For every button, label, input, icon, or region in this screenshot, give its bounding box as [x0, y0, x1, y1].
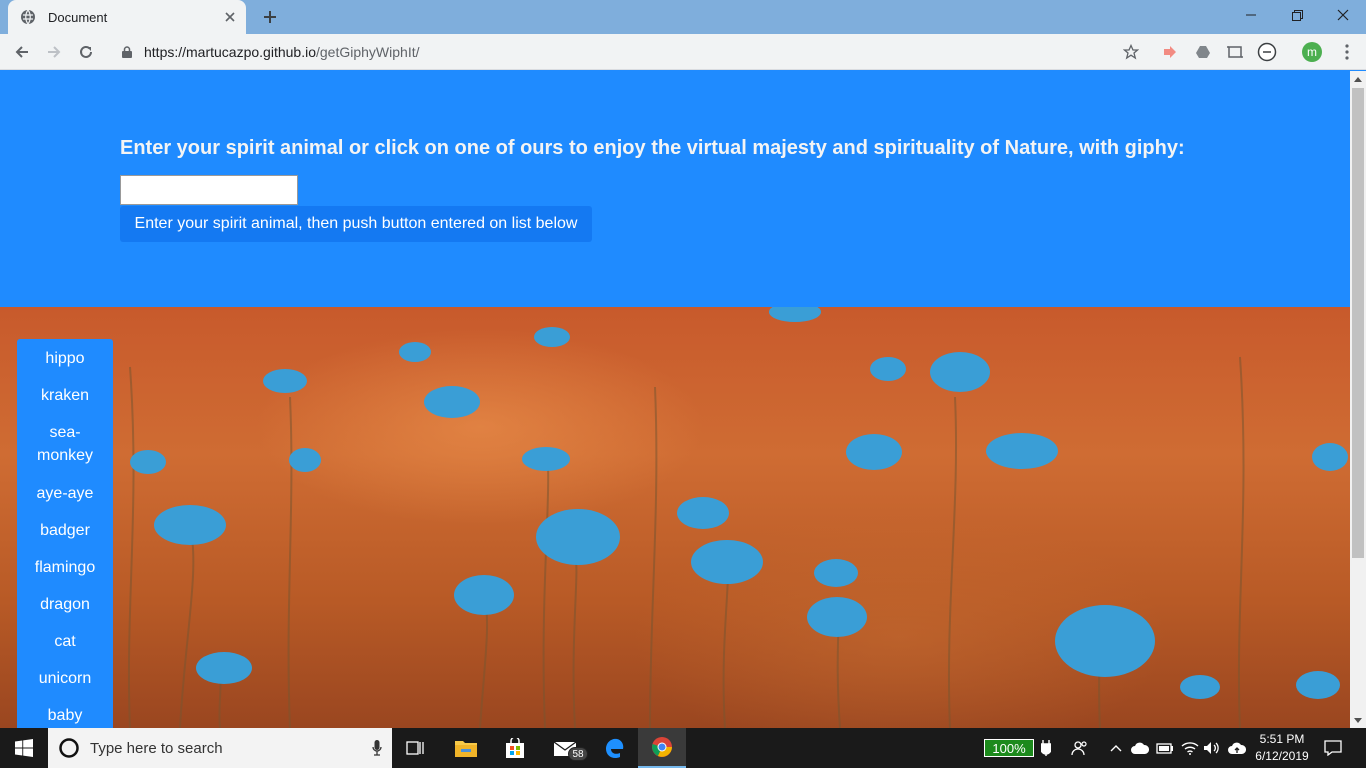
search-placeholder: Type here to search [90, 739, 223, 757]
url-path: /getGiphyWiphIt/ [316, 44, 420, 60]
battery-meter[interactable]: 100% [984, 739, 1034, 757]
page-prompt: Enter your spirit animal or click on one… [120, 137, 1185, 159]
screenshot-icon[interactable] [1223, 40, 1247, 64]
address-bar[interactable]: https://martucazpo.github.io/getGiphyWip… [108, 38, 1148, 66]
animal-button-unicorn[interactable]: unicorn [17, 667, 113, 690]
extension-arrow-icon[interactable] [1158, 40, 1182, 64]
store-icon[interactable] [491, 728, 539, 768]
taskbar-clock[interactable]: 5:51 PM 6/12/2019 [1252, 731, 1312, 765]
scroll-down-arrow-icon[interactable] [1350, 712, 1366, 728]
header-area: Enter your spirit animal or click on one… [0, 71, 1350, 307]
clock-date: 6/12/2019 [1255, 749, 1309, 763]
animal-button-flamingo[interactable]: flamingo [17, 556, 113, 579]
chevron-up-icon[interactable] [1104, 728, 1128, 768]
scroll-thumb[interactable] [1352, 88, 1364, 558]
animal-button-cat[interactable]: cat [17, 630, 113, 653]
drive-icon[interactable] [1191, 40, 1215, 64]
animal-button-sea-monkey[interactable]: sea-monkey [17, 421, 113, 467]
folder-icon[interactable] [442, 728, 490, 768]
cloud-icon[interactable] [1128, 728, 1152, 768]
animal-input[interactable] [120, 175, 298, 205]
back-icon[interactable] [8, 38, 36, 66]
people-icon[interactable] [1068, 728, 1092, 768]
edge-icon[interactable] [590, 728, 638, 768]
page-scrollbar[interactable] [1350, 71, 1366, 728]
browser-toolbar: https://martucazpo.github.io/getGiphyWip… [0, 34, 1366, 70]
plus-icon[interactable] [256, 5, 284, 29]
forward-icon[interactable] [40, 38, 68, 66]
animal-button-baby[interactable]: baby [17, 704, 113, 727]
animal-button-list: hippo kraken sea-monkey aye-aye badger f… [17, 339, 113, 728]
animal-button-aye-aye[interactable]: aye-aye [17, 482, 113, 505]
star-icon[interactable] [1119, 40, 1143, 64]
windows-icon[interactable] [0, 728, 48, 768]
reload-icon[interactable] [72, 38, 100, 66]
battery-icon[interactable] [1153, 728, 1177, 768]
lock-icon [120, 45, 134, 59]
mic-icon[interactable] [362, 740, 392, 756]
scroll-up-arrow-icon[interactable] [1350, 71, 1366, 87]
volume-icon[interactable] [1200, 728, 1224, 768]
tab-document[interactable]: Document [8, 0, 246, 34]
globe-icon [20, 9, 36, 25]
animal-button-kraken[interactable]: kraken [17, 384, 113, 407]
close-icon[interactable] [1320, 0, 1366, 30]
restore-icon[interactable] [1274, 0, 1320, 30]
url-text: https://martucazpo.github.io/getGiphyWip… [144, 44, 420, 60]
taskbar: Type here to search 58 100% 5:51 PM 6/12… [0, 728, 1366, 768]
animal-button-badger[interactable]: badger [17, 519, 113, 542]
chrome-icon[interactable] [638, 728, 686, 768]
url-host: https://martucazpo.github.io [144, 44, 316, 60]
clock-time: 5:51 PM [1259, 732, 1305, 746]
tab-strip: Document [0, 0, 1366, 34]
background-photo [0, 307, 1350, 728]
power-plug-icon[interactable] [1034, 728, 1058, 768]
menu-icon[interactable] [1335, 40, 1359, 64]
page-viewport: Enter your spirit animal or click on one… [0, 71, 1350, 728]
taskbar-search[interactable]: Type here to search [48, 728, 392, 768]
mail-badge: 58 [568, 747, 588, 761]
notification-icon[interactable] [1318, 728, 1348, 768]
animal-button-dragon[interactable]: dragon [17, 593, 113, 616]
cortana-icon [59, 738, 79, 758]
minimize-icon[interactable] [1228, 0, 1274, 30]
task-view-icon[interactable] [392, 728, 440, 768]
animal-button-hippo[interactable]: hippo [17, 347, 113, 370]
upload-cloud-icon[interactable] [1225, 728, 1249, 768]
tab-title: Document [48, 9, 108, 25]
avatar[interactable]: m [1302, 42, 1322, 62]
extension-circle-icon[interactable] [1255, 40, 1279, 64]
submit-animal-button[interactable]: Enter your spirit animal, then push butt… [120, 206, 592, 242]
close-icon[interactable] [218, 5, 242, 29]
wifi-icon[interactable] [1178, 728, 1202, 768]
